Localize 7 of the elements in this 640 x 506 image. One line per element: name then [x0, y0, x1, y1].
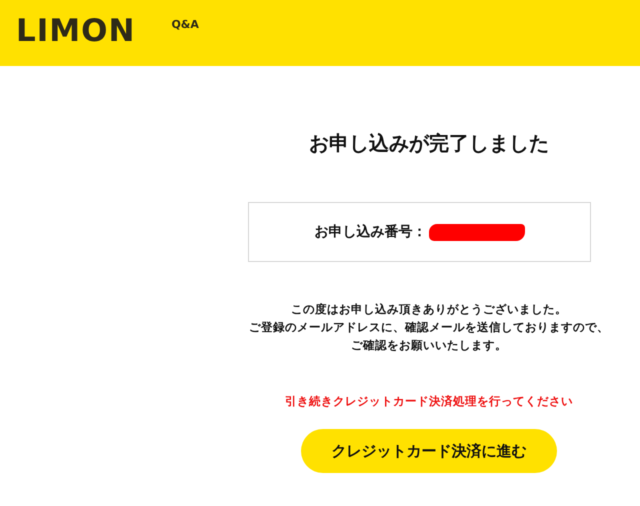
thank-you-message: この度はお申し込み頂きありがとうございました。 ご登録のメールアドレスに、確認メールを送信しておりますので、 ご確認をお願いいたします。: [249, 301, 609, 354]
notice-text: 引き続きクレジットカード決済処理を行ってください: [285, 394, 573, 409]
page-title: お申し込みが完了しました: [309, 130, 549, 156]
application-number-label: お申し込み番号：: [314, 223, 426, 241]
credit-card-payment-button[interactable]: クレジットカード決済に進む: [301, 429, 557, 473]
logo[interactable]: LIMON: [16, 13, 136, 49]
nav-link[interactable]: Q&A: [171, 18, 199, 30]
